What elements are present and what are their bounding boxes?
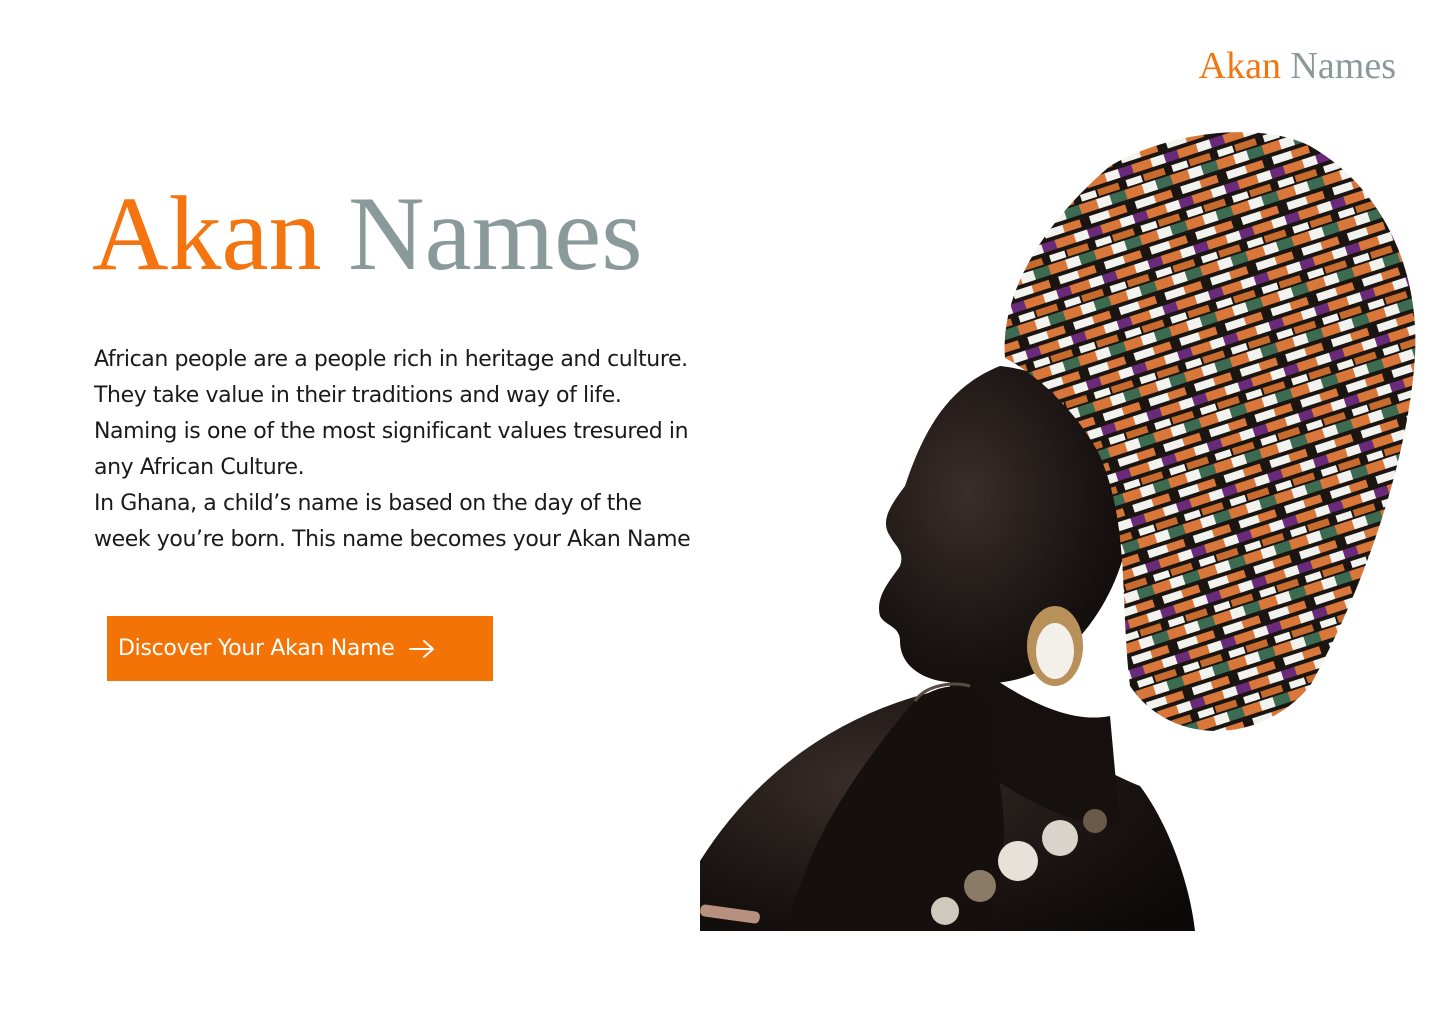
arrow-right-icon (408, 639, 436, 659)
intro-line: Naming is one of the most significant va… (94, 419, 689, 444)
intro-line: They take value in their traditions and … (94, 383, 622, 408)
title-word-names: Names (348, 175, 643, 292)
title-word-akan: Akan (92, 175, 322, 292)
hero-portrait-image (700, 126, 1420, 931)
cta-label: Discover Your Akan Name (118, 636, 395, 661)
logo-word-akan: Akan (1198, 45, 1281, 87)
discover-akan-name-button[interactable]: Discover Your Akan Name (107, 616, 493, 681)
intro-line: week you’re born. This name becomes your… (94, 527, 691, 552)
page-title: Akan Names (92, 172, 642, 296)
site-logo[interactable]: Akan Names (1199, 42, 1396, 90)
logo-word-names: Names (1290, 45, 1396, 87)
intro-line: any African Culture. (94, 455, 305, 480)
intro-line: African people are a people rich in heri… (94, 347, 688, 372)
intro-paragraph: African people are a people rich in heri… (94, 342, 784, 558)
intro-line: In Ghana, a child’s name is based on the… (94, 491, 642, 516)
